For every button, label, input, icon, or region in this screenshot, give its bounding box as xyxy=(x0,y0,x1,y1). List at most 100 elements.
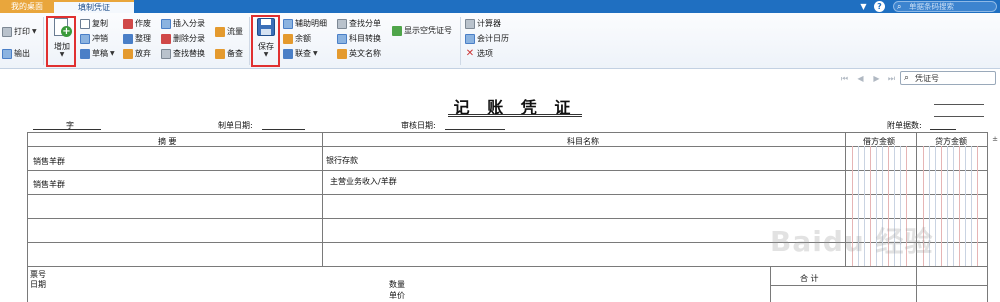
insert-entry-button[interactable]: 插入分录 xyxy=(161,18,205,30)
copy-icon xyxy=(80,19,90,29)
attachments-field[interactable] xyxy=(930,129,956,130)
calculator-label: 计算器 xyxy=(477,19,501,28)
calendar-icon xyxy=(465,34,475,44)
barcode-search-placeholder: 单据条码搜索 xyxy=(909,2,954,11)
subject-convert-icon xyxy=(337,34,347,44)
previous-record-icon[interactable]: ◀ xyxy=(855,73,866,84)
delete-entry-label: 删除分录 xyxy=(173,34,205,43)
row-3-summary[interactable] xyxy=(28,195,322,218)
void-label: 作废 xyxy=(135,19,151,28)
insert-row-icon xyxy=(161,19,171,29)
row-2-subject[interactable]: 主营业务收入/羊群 xyxy=(330,176,397,187)
voucher-number-search[interactable]: ⌕ 凭证号 xyxy=(900,71,996,85)
help-icon[interactable]: ? xyxy=(874,1,885,12)
highlight-box-save xyxy=(251,15,280,67)
subject-convert-label: 科目转换 xyxy=(349,34,381,43)
accounting-calendar-button[interactable]: 会计日历 xyxy=(465,33,509,45)
reverse-button[interactable]: 冲销 xyxy=(80,33,108,45)
column-header-summary: 摘 要 xyxy=(158,137,177,146)
delete-entry-button[interactable]: 删除分录 xyxy=(161,33,205,45)
tidy-button[interactable]: 整理 xyxy=(123,33,151,45)
link-query-button[interactable]: 联查 ▼ xyxy=(283,48,318,60)
ribbon-separator xyxy=(43,17,44,65)
chevron-down-icon[interactable]: ▼ xyxy=(858,1,869,12)
title-underline xyxy=(448,114,582,115)
find-replace-icon xyxy=(161,49,171,59)
aux-detail-icon xyxy=(283,19,293,29)
quantity-label: 数量 xyxy=(389,280,405,289)
memo-icon xyxy=(215,49,225,59)
balance-label: 余额 xyxy=(295,34,311,43)
baidu-watermark: Baidu 经验 xyxy=(760,212,960,272)
column-header-debit: 借方金额 xyxy=(863,137,895,146)
digit-line xyxy=(971,146,972,266)
total-label: 合 计 xyxy=(800,274,819,283)
digit-line xyxy=(965,146,966,266)
show-empty-voucher-button[interactable]: 显示空凭证号 xyxy=(392,25,452,37)
voucher-word-label[interactable]: 字 xyxy=(66,120,74,131)
export-label: 输出 xyxy=(14,49,30,58)
chevron-down-icon: ▼ xyxy=(32,28,37,35)
watermark-text: Baidu 经验 xyxy=(770,225,934,258)
reverse-icon xyxy=(80,34,90,44)
memo-button[interactable]: 备查 xyxy=(215,48,243,60)
expand-icon[interactable]: ± xyxy=(991,134,999,144)
tidy-icon xyxy=(123,34,133,44)
print-button[interactable]: 打印 ▼ xyxy=(2,26,37,38)
options-button[interactable]: ✕ 选项 xyxy=(465,48,493,60)
find-entry-button[interactable]: 查找分单 xyxy=(337,18,381,30)
prepare-date-field[interactable] xyxy=(262,129,305,130)
copy-button[interactable]: 复制 xyxy=(80,18,108,30)
calculator-icon xyxy=(465,19,475,29)
attachment-line xyxy=(934,104,984,105)
english-name-button[interactable]: 英文名称 xyxy=(337,48,381,60)
draft-button[interactable]: 草稿 ▼ xyxy=(80,48,115,60)
tidy-label: 整理 xyxy=(135,34,151,43)
options-label: 选项 xyxy=(477,49,493,58)
first-record-icon[interactable]: ⏮ xyxy=(839,73,850,84)
row-1-subject[interactable]: 银行存款 xyxy=(326,155,358,166)
find-entry-label: 查找分单 xyxy=(349,19,381,28)
next-record-icon[interactable]: ▶ xyxy=(871,73,882,84)
voucher-number-placeholder: 凭证号 xyxy=(915,74,939,83)
footer-date-label: 日期 xyxy=(30,280,46,289)
aux-detail-label: 辅助明细 xyxy=(295,19,327,28)
link-query-label: 联查 xyxy=(295,49,311,58)
tab-my-desktop[interactable]: 我的桌面 xyxy=(0,0,54,13)
export-button[interactable]: 输出 xyxy=(2,48,30,60)
abandon-icon xyxy=(123,49,133,59)
show-empty-voucher-label: 显示空凭证号 xyxy=(404,26,452,35)
balance-button[interactable]: 余额 xyxy=(283,33,311,45)
aux-detail-button[interactable]: 辅助明细 xyxy=(283,18,327,30)
row-5-summary[interactable] xyxy=(28,243,322,266)
draft-label: 草稿 xyxy=(92,49,108,58)
highlight-box-add xyxy=(46,16,76,67)
row-4-summary[interactable] xyxy=(28,219,322,242)
chevron-down-icon: ▼ xyxy=(313,50,318,57)
chevron-down-icon: ▼ xyxy=(110,50,115,57)
subject-convert-button[interactable]: 科目转换 xyxy=(337,33,381,45)
prepare-date-label: 制单日期: xyxy=(218,121,253,130)
barcode-search-box[interactable]: ⌕ 单据条码搜索 xyxy=(893,1,997,12)
abandon-button[interactable]: 放弃 xyxy=(123,48,151,60)
title-bar: 我的桌面 填制凭证 ▼ ? ⌕ 单据条码搜索 xyxy=(0,0,1000,13)
void-icon xyxy=(123,19,133,29)
digit-line xyxy=(977,146,978,266)
last-record-icon[interactable]: ⏭ xyxy=(886,73,897,84)
find-replace-button[interactable]: 查找替换 xyxy=(161,48,205,60)
calculator-button[interactable]: 计算器 xyxy=(465,18,501,30)
row-1-summary[interactable]: 销售羊群 xyxy=(33,156,65,167)
find-replace-label: 查找替换 xyxy=(173,49,205,58)
options-icon: ✕ xyxy=(465,48,475,59)
table-border xyxy=(987,132,988,302)
cashflow-label: 流量 xyxy=(227,27,243,36)
copy-label: 复制 xyxy=(92,19,108,28)
row-divider xyxy=(27,170,988,171)
void-button[interactable]: 作废 xyxy=(123,18,151,30)
printer-icon xyxy=(2,27,12,37)
delete-row-icon xyxy=(161,34,171,44)
cashflow-button[interactable]: 流量 xyxy=(215,26,243,38)
row-2-summary[interactable]: 销售羊群 xyxy=(33,179,65,190)
balance-icon xyxy=(283,34,293,44)
tab-fill-voucher[interactable]: 填制凭证 xyxy=(54,0,134,13)
